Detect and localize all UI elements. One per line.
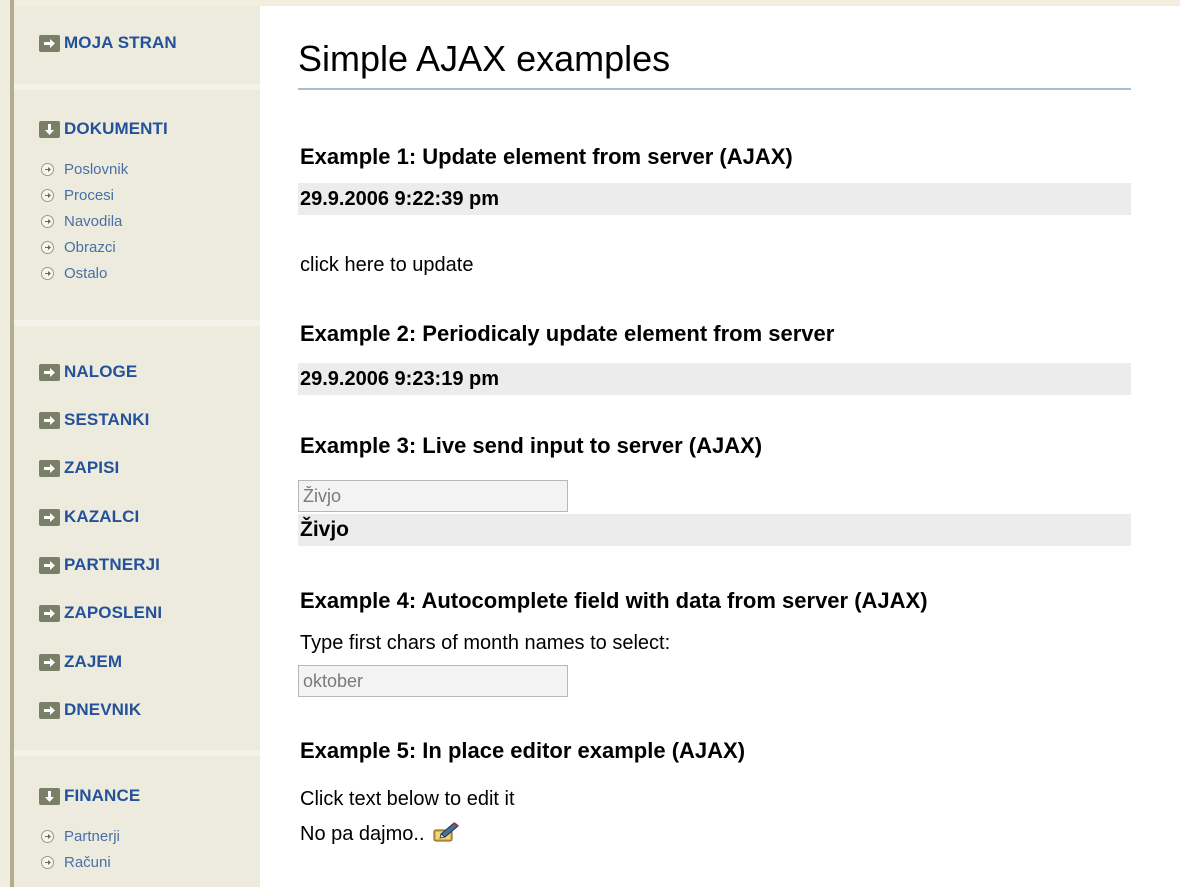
- example-1-heading: Example 1: Update element from server (A…: [300, 144, 793, 169]
- sidebar-item-label: MOJA STRAN: [64, 33, 177, 52]
- sidebar-subitem-racuni[interactable]: Računi: [41, 853, 111, 872]
- sidebar-item-label: ZAPOSLENI: [64, 603, 163, 622]
- arrow-right-icon: [39, 653, 60, 671]
- sidebar-item-label: DNEVNIK: [64, 700, 142, 719]
- example-4-heading: Example 4: Autocomplete field with data …: [300, 588, 928, 613]
- sidebar-subitem-label: Računi: [64, 854, 111, 871]
- arrow-right-icon: [39, 34, 60, 52]
- sidebar-subitem-label: Navodila: [64, 213, 123, 230]
- arrow-right-icon: [39, 363, 60, 381]
- circle-arrow-icon: [41, 189, 54, 202]
- example-2-heading: Example 2: Periodicaly update element fr…: [300, 321, 835, 346]
- sidebar-item-label: SESTANKI: [64, 410, 150, 429]
- circle-arrow-icon: [41, 267, 54, 280]
- sidebar-subitem-label: Ostalo: [64, 265, 108, 282]
- sidebar-section-finance[interactable]: FINANCE: [39, 785, 140, 807]
- sidebar-subitem-label: Procesi: [64, 187, 115, 204]
- sidebar-separator: [14, 320, 260, 326]
- sidebar-separator: [14, 84, 260, 90]
- update-link[interactable]: click here to update: [300, 252, 473, 278]
- arrow-right-icon: [39, 508, 60, 526]
- sidebar-section-label: FINANCE: [64, 786, 141, 805]
- editable-text[interactable]: No pa dajmo..: [300, 823, 425, 845]
- arrow-right-icon: [39, 459, 60, 477]
- sidebar-subitem-obrazci[interactable]: Obrazci: [41, 238, 116, 257]
- sidebar: MOJA STRAN DOKUMENTI Poslovnik Procesi N…: [14, 6, 260, 887]
- edit-pencil-icon[interactable]: [432, 820, 460, 853]
- example-5-instruction: Click text below to edit it: [300, 788, 515, 810]
- sidebar-item-label: KAZALCI: [64, 507, 140, 526]
- circle-arrow-icon: [41, 215, 54, 228]
- example-5-heading: Example 5: In place editor example (AJAX…: [300, 738, 746, 763]
- page-title: Simple AJAX examples: [298, 38, 671, 79]
- sidebar-subitem-label: Poslovnik: [64, 161, 129, 178]
- circle-arrow-icon: [41, 856, 54, 869]
- arrow-right-icon: [39, 411, 60, 429]
- arrow-right-icon: [39, 604, 60, 622]
- sidebar-item-moja-stran[interactable]: MOJA STRAN: [39, 32, 177, 54]
- example-2-result: 29.9.2006 9:23:19 pm: [298, 363, 1131, 395]
- sidebar-item-partnerji[interactable]: PARTNERJI: [39, 554, 160, 576]
- sidebar-subitem-label: Partnerji: [64, 828, 120, 845]
- window-edge: [0, 0, 10, 887]
- sidebar-item-naloge[interactable]: NALOGE: [39, 361, 137, 383]
- sidebar-item-label: ZAPISI: [64, 458, 120, 477]
- sidebar-subitem-label: Obrazci: [64, 239, 116, 256]
- live-input-field[interactable]: [298, 480, 568, 512]
- sidebar-item-label: PARTNERJI: [64, 555, 160, 574]
- in-place-editor[interactable]: No pa dajmo..: [300, 820, 460, 853]
- circle-arrow-icon: [41, 241, 54, 254]
- sidebar-item-sestanki[interactable]: SESTANKI: [39, 409, 150, 431]
- sidebar-subitem-procesi[interactable]: Procesi: [41, 186, 114, 205]
- title-divider: [298, 88, 1131, 90]
- autocomplete-input[interactable]: [298, 665, 568, 697]
- example-1-result: 29.9.2006 9:22:39 pm: [298, 183, 1131, 215]
- example-3-result: Živjo: [298, 514, 1131, 546]
- sidebar-subitem-ostalo[interactable]: Ostalo: [41, 264, 107, 283]
- arrow-right-icon: [39, 556, 60, 574]
- sidebar-subitem-partnerji[interactable]: Partnerji: [41, 827, 120, 846]
- sidebar-separator: [14, 750, 260, 756]
- sidebar-item-zaposleni[interactable]: ZAPOSLENI: [39, 602, 162, 624]
- sidebar-section-label: DOKUMENTI: [64, 119, 168, 138]
- page: MOJA STRAN DOKUMENTI Poslovnik Procesi N…: [0, 0, 1180, 887]
- sidebar-subitem-navodila[interactable]: Navodila: [41, 212, 122, 231]
- sidebar-item-label: NALOGE: [64, 362, 138, 381]
- sidebar-item-zapisi[interactable]: ZAPISI: [39, 457, 119, 479]
- circle-arrow-icon: [41, 163, 54, 176]
- sidebar-section-dokumenti[interactable]: DOKUMENTI: [39, 118, 168, 140]
- sidebar-item-label: ZAJEM: [64, 652, 123, 671]
- example-4-instruction: Type first chars of month names to selec…: [300, 632, 671, 654]
- sidebar-item-dnevnik[interactable]: DNEVNIK: [39, 699, 141, 721]
- example-3-heading: Example 3: Live send input to server (AJ…: [300, 433, 763, 458]
- sidebar-subitem-poslovnik[interactable]: Poslovnik: [41, 160, 128, 179]
- circle-arrow-icon: [41, 830, 54, 843]
- arrow-down-icon: [39, 787, 60, 805]
- arrow-down-icon: [39, 120, 60, 138]
- arrow-right-icon: [39, 701, 60, 719]
- sidebar-item-kazalci[interactable]: KAZALCI: [39, 506, 139, 528]
- sidebar-item-zajem[interactable]: ZAJEM: [39, 651, 122, 673]
